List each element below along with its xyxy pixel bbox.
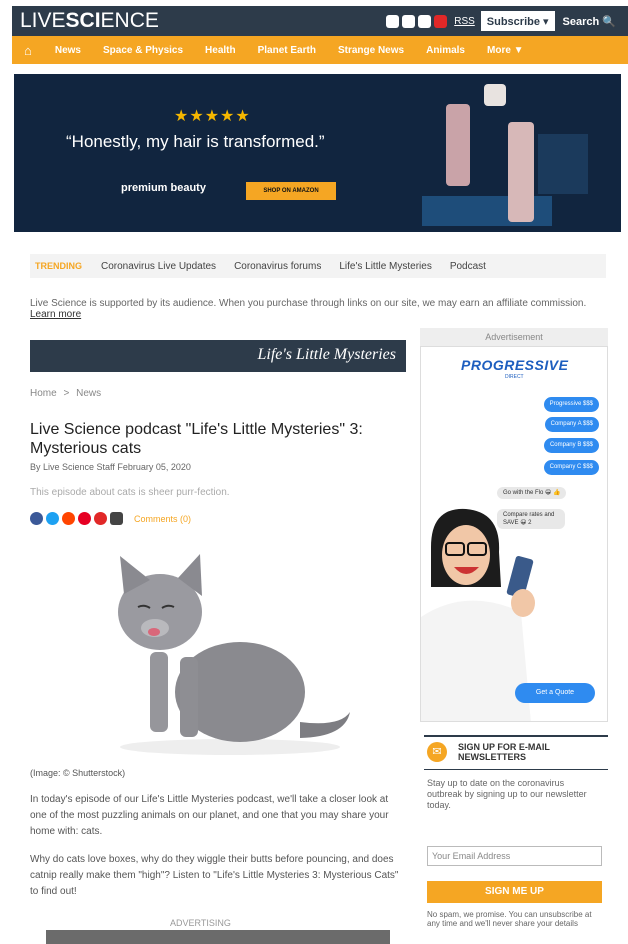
article-subtitle: This episode about cats is sheer purr-fe… bbox=[30, 487, 230, 498]
nav-item-more[interactable]: More ▼ bbox=[476, 45, 535, 56]
shop-on-amazon-button[interactable]: SHOP ON AMAZON bbox=[246, 182, 336, 200]
flipboard-share-icon[interactable] bbox=[94, 512, 107, 525]
affiliate-text: Live Science is supported by its audienc… bbox=[30, 298, 587, 309]
ad-brand: premium beauty bbox=[121, 182, 206, 194]
affiliate-disclosure: Live Science is supported by its audienc… bbox=[30, 298, 600, 320]
home-icon[interactable]: ⌂ bbox=[12, 43, 44, 58]
facebook-share-icon[interactable] bbox=[30, 512, 43, 525]
trending-label: TRENDING bbox=[35, 261, 82, 271]
breadcrumb-home[interactable]: Home bbox=[30, 388, 57, 399]
twitter-icon[interactable] bbox=[402, 14, 416, 28]
inline-ad[interactable] bbox=[46, 930, 390, 944]
trending-item[interactable]: Coronavirus Live Updates bbox=[92, 261, 225, 272]
share-bar: Comments (0) bbox=[30, 512, 191, 525]
chat-bubble: Go with the Flo 😁 👍 bbox=[497, 487, 567, 499]
progressive-ad[interactable]: PROGRESSIVE DIRECT Progressive $$$ Compa… bbox=[420, 346, 608, 722]
search-button[interactable]: Search 🔍 bbox=[563, 15, 616, 28]
image-caption: (Image: © Shutterstock) bbox=[30, 768, 126, 778]
facebook-icon[interactable] bbox=[386, 14, 400, 28]
pinterest-share-icon[interactable] bbox=[78, 512, 91, 525]
nav-item-health[interactable]: Health bbox=[194, 45, 247, 56]
newsletter-fine-print: No spam, we promise. You can unsubscribe… bbox=[427, 910, 592, 928]
email-icon: ✉ bbox=[427, 742, 447, 762]
article-paragraph: Why do cats love boxes, why do they wigg… bbox=[30, 854, 399, 897]
nav-item-news[interactable]: News bbox=[44, 45, 92, 56]
newsletter-title: SIGN UP FOR E-MAIL NEWSLETTERS bbox=[458, 742, 550, 762]
flipboard-icon[interactable] bbox=[434, 14, 448, 28]
ad-quote: “Honestly, my hair is transformed.” bbox=[66, 132, 325, 151]
trending-item[interactable]: Podcast bbox=[441, 261, 495, 272]
quote-bubble: Company A $$$ bbox=[544, 417, 599, 432]
logo-ence: ENCE bbox=[100, 9, 159, 32]
progressive-logo-sub: DIRECT bbox=[505, 374, 524, 380]
quote-bubble: Company C $$$ bbox=[543, 460, 599, 475]
newsletter-divider bbox=[424, 735, 608, 737]
reddit-share-icon[interactable] bbox=[62, 512, 75, 525]
trending-bar: TRENDING Coronavirus Live Updates Corona… bbox=[30, 254, 606, 278]
email-share-icon[interactable] bbox=[110, 512, 123, 525]
advertisement-label: Advertisement bbox=[420, 328, 608, 346]
quote-bubble: Progressive $$$ bbox=[543, 397, 599, 412]
logo-science: SCI bbox=[65, 9, 101, 32]
logo-live: LIVE bbox=[20, 9, 66, 32]
progressive-logo: PROGRESSIVE bbox=[461, 357, 569, 373]
breadcrumb-news[interactable]: News bbox=[76, 388, 101, 399]
newsletter-description: Stay up to date on the coronavirus outbr… bbox=[427, 778, 587, 810]
cat-image bbox=[118, 554, 350, 755]
nav-item-animals[interactable]: Animals bbox=[415, 45, 476, 56]
rss-link[interactable]: RSS bbox=[454, 16, 475, 27]
site-header: LIVESCIENCE RSS Subscribe ▾ Search 🔍 bbox=[12, 6, 628, 36]
article-byline: By Live Science Staff February 05, 2020 bbox=[30, 462, 191, 472]
main-nav: ⌂ News Space & Physics Health Planet Ear… bbox=[12, 36, 628, 64]
ad-banner[interactable]: ★★★★★ “Honestly, my hair is transformed.… bbox=[14, 74, 621, 232]
product-box bbox=[538, 134, 588, 194]
trending-item[interactable]: Coronavirus forums bbox=[225, 261, 330, 272]
youtube-icon[interactable] bbox=[418, 14, 432, 28]
twitter-share-icon[interactable] bbox=[46, 512, 59, 525]
lifes-little-mysteries-banner[interactable]: Life's Little Mysteries bbox=[30, 340, 406, 372]
rating-stars: ★★★★★ bbox=[174, 108, 251, 125]
site-logo[interactable]: LIVESCIENCE bbox=[12, 9, 159, 33]
nav-item-space-physics[interactable]: Space & Physics bbox=[92, 45, 194, 56]
get-a-quote-button[interactable]: Get a Quote bbox=[515, 683, 595, 703]
advertising-label: ADVERTISING bbox=[170, 918, 231, 928]
breadcrumb: Home > News bbox=[30, 388, 101, 399]
newsletter-divider bbox=[424, 769, 608, 770]
article-paragraph: In today's episode of our Life's Little … bbox=[30, 794, 389, 837]
article-title: Live Science podcast "Life's Little Myst… bbox=[30, 421, 363, 457]
quote-bubble: Company B $$$ bbox=[543, 438, 599, 453]
sign-me-up-button[interactable]: SIGN ME UP bbox=[427, 881, 602, 903]
trending-item[interactable]: Life's Little Mysteries bbox=[330, 261, 441, 272]
email-field[interactable]: Your Email Address bbox=[427, 846, 602, 866]
social-links: RSS bbox=[386, 14, 475, 28]
subscribe-button[interactable]: Subscribe ▾ bbox=[480, 11, 555, 31]
nav-item-strange-news[interactable]: Strange News bbox=[327, 45, 415, 56]
comments-link[interactable]: Comments (0) bbox=[134, 514, 191, 524]
product-bottle bbox=[446, 104, 470, 186]
learn-more-link[interactable]: Learn more bbox=[30, 309, 81, 320]
breadcrumb-separator: > bbox=[63, 388, 70, 399]
nav-item-planet-earth[interactable]: Planet Earth bbox=[247, 45, 327, 56]
product-bottle-tall bbox=[508, 122, 534, 222]
product-cap bbox=[484, 84, 506, 106]
